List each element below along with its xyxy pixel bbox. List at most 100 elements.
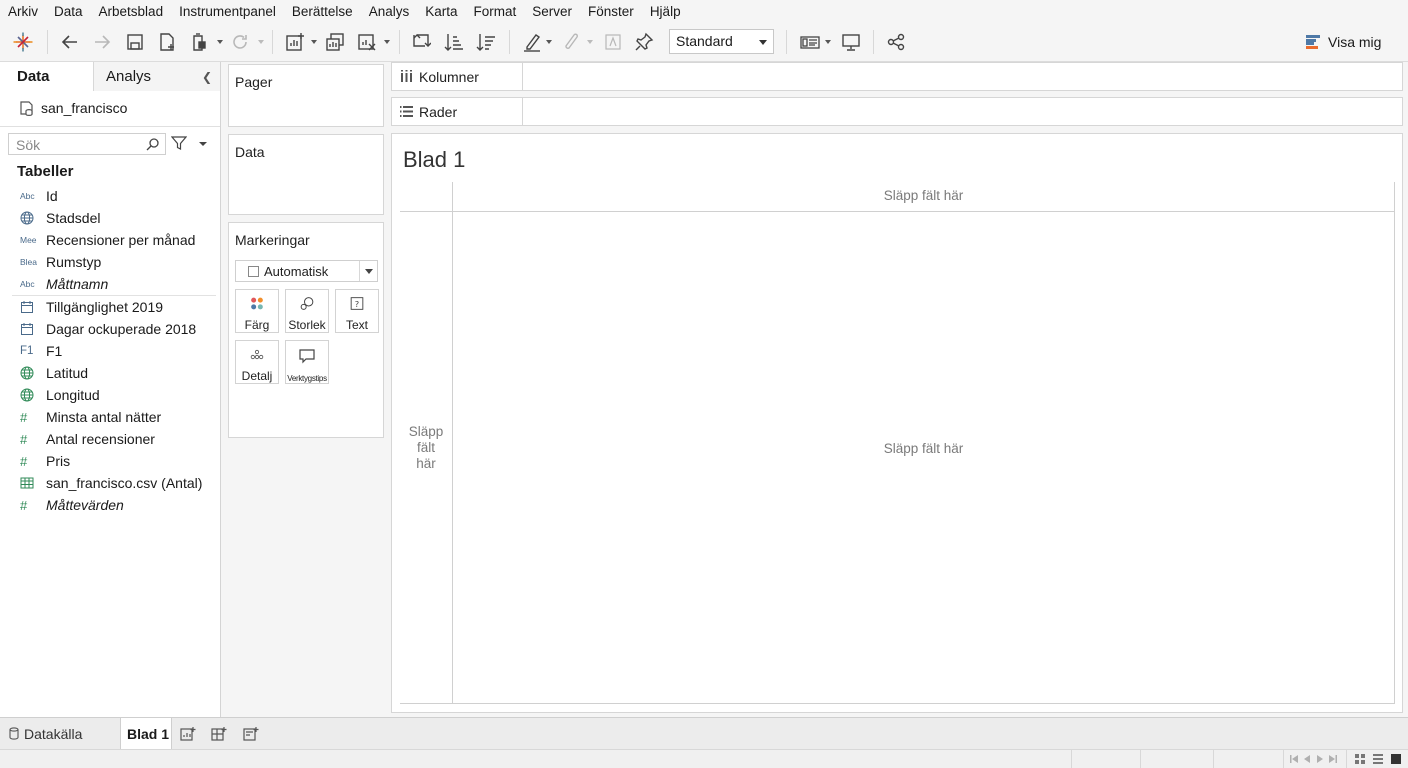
- field-item[interactable]: Stadsdel: [0, 207, 220, 229]
- menu-file[interactable]: Arkiv: [8, 4, 38, 19]
- first-sheet-icon[interactable]: [1290, 755, 1298, 763]
- pause-updates-icon[interactable]: [188, 31, 210, 53]
- tab-data[interactable]: Data: [0, 62, 93, 91]
- field-item[interactable]: Longitud: [0, 384, 220, 406]
- refresh-icon[interactable]: [229, 31, 251, 53]
- fit-dropdown[interactable]: Standard: [669, 29, 774, 54]
- tooltip-button[interactable]: Verktygstips: [285, 340, 329, 384]
- menu-story[interactable]: Berättelse: [292, 4, 353, 19]
- dropdown-caret[interactable]: [587, 40, 593, 44]
- columns-shelf[interactable]: Kolumner: [391, 62, 1403, 91]
- detail-button[interactable]: Detalj: [235, 340, 279, 384]
- tableau-logo-icon[interactable]: [12, 31, 34, 53]
- label-button[interactable]: ? Text: [335, 289, 379, 333]
- field-item[interactable]: Dagar ockuperade 2018: [0, 318, 220, 340]
- redo-icon[interactable]: [91, 31, 113, 53]
- new-story-icon[interactable]: [243, 726, 259, 742]
- menu-worksheet[interactable]: Arbetsblad: [99, 4, 164, 19]
- highlight-icon[interactable]: [521, 31, 543, 53]
- dropdown-caret[interactable]: [384, 40, 390, 44]
- view-drop-zone[interactable]: Släpp fält här: [453, 441, 1394, 456]
- next-sheet-icon[interactable]: [1316, 755, 1324, 763]
- menu-window[interactable]: Fönster: [588, 4, 634, 19]
- new-worksheet-icon[interactable]: [284, 31, 306, 53]
- filters-shelf[interactable]: Data: [228, 134, 384, 215]
- menu-format[interactable]: Format: [474, 4, 517, 19]
- menu-analysis[interactable]: Analys: [369, 4, 410, 19]
- field-item[interactable]: # Antal recensioner: [0, 428, 220, 450]
- field-item[interactable]: F1 F1: [0, 340, 220, 362]
- field-name: san_francisco.csv (Antal): [46, 475, 203, 491]
- pages-shelf[interactable]: Pager: [228, 64, 384, 127]
- dropdown-caret[interactable]: [546, 40, 552, 44]
- color-label: Färg: [244, 318, 270, 332]
- columns-drop-zone[interactable]: Släpp fält här: [453, 188, 1394, 203]
- chevron-down-icon: [359, 261, 377, 281]
- mark-type-dropdown[interactable]: Automatisk: [235, 260, 378, 282]
- sheet-title[interactable]: Blad 1: [403, 147, 465, 173]
- mark-type-value: Automatisk: [264, 264, 329, 279]
- tab-datasource[interactable]: Datakälla: [0, 718, 118, 749]
- tab-sheet-1[interactable]: Blad 1: [120, 718, 172, 749]
- last-sheet-icon[interactable]: [1329, 755, 1337, 763]
- undo-icon[interactable]: [59, 31, 81, 53]
- worksheet-area: Kolumner Rader Blad 1 Släpp fält här Slä…: [390, 62, 1408, 717]
- field-item[interactable]: Mee Recensioner per månad: [0, 229, 220, 251]
- menu-dashboard[interactable]: Instrumentpanel: [179, 4, 276, 19]
- swap-rows-columns-icon[interactable]: [410, 31, 432, 53]
- dropdown-caret[interactable]: [311, 40, 317, 44]
- collapse-pane-icon[interactable]: ❮: [202, 70, 212, 84]
- show-mark-labels-icon[interactable]: [602, 31, 624, 53]
- menu-help[interactable]: Hjälp: [650, 4, 681, 19]
- group-members-icon[interactable]: [559, 31, 581, 53]
- rows-drop-zone[interactable]: Släpp fält här: [400, 424, 452, 472]
- field-item[interactable]: san_francisco.csv (Antal): [0, 472, 220, 494]
- tabs-view-icon[interactable]: [1391, 754, 1401, 764]
- field-item[interactable]: # Minsta antal nätter: [0, 406, 220, 428]
- save-icon[interactable]: [124, 31, 146, 53]
- new-datasource-icon[interactable]: [156, 31, 178, 53]
- menu-server[interactable]: Server: [532, 4, 572, 19]
- field-item[interactable]: Blea Rumstyp: [0, 251, 220, 273]
- menu-data[interactable]: Data: [54, 4, 83, 19]
- share-icon[interactable]: [885, 31, 907, 53]
- datasource-item[interactable]: san_francisco: [20, 98, 127, 118]
- status-divider: [1283, 750, 1284, 768]
- previous-sheet-icon[interactable]: [1303, 755, 1311, 763]
- menu-map[interactable]: Karta: [425, 4, 457, 19]
- dropdown-caret[interactable]: [217, 40, 223, 44]
- fix-axes-pin-icon[interactable]: [633, 31, 655, 53]
- filter-icon[interactable]: [171, 135, 187, 151]
- field-item[interactable]: # Måttevärden: [0, 494, 220, 516]
- marks-card-title: Markeringar: [235, 232, 310, 248]
- new-dashboard-icon[interactable]: [211, 726, 227, 742]
- field-item[interactable]: Tillgänglighet 2019: [0, 296, 220, 318]
- toolbar-separator: [509, 30, 510, 54]
- tab-analytics[interactable]: Analys: [93, 62, 220, 91]
- dropdown-caret[interactable]: [258, 40, 264, 44]
- duplicate-sheet-icon[interactable]: [324, 31, 346, 53]
- show-hide-cards-icon[interactable]: [799, 31, 821, 53]
- rows-shelf-title: Rader: [419, 103, 458, 120]
- show-me-button[interactable]: Visa mig: [1306, 31, 1381, 53]
- rows-shelf[interactable]: Rader: [391, 97, 1403, 126]
- color-button[interactable]: Färg: [235, 289, 279, 333]
- field-item[interactable]: Abc Måttnamn: [0, 273, 220, 295]
- dropdown-caret[interactable]: [825, 40, 831, 44]
- sheet-sorter-icon[interactable]: [1355, 754, 1365, 764]
- field-item[interactable]: # Pris: [0, 450, 220, 472]
- detail-label: Detalj: [241, 369, 273, 383]
- new-worksheet-icon[interactable]: [180, 726, 196, 742]
- presentation-mode-icon[interactable]: [840, 31, 862, 53]
- status-divider: [1346, 750, 1347, 768]
- size-button[interactable]: Storlek: [285, 289, 329, 333]
- field-item[interactable]: Abc Id: [0, 185, 220, 207]
- show-me-icon: [1306, 34, 1322, 50]
- field-item[interactable]: Latitud: [0, 362, 220, 384]
- sort-ascending-icon[interactable]: [443, 31, 465, 53]
- chevron-down-icon[interactable]: [199, 142, 207, 146]
- clear-sheet-icon[interactable]: [356, 31, 378, 53]
- field-search-input[interactable]: Sök: [8, 133, 166, 155]
- sort-descending-icon[interactable]: [475, 31, 497, 53]
- filmstrip-icon[interactable]: [1373, 754, 1383, 764]
